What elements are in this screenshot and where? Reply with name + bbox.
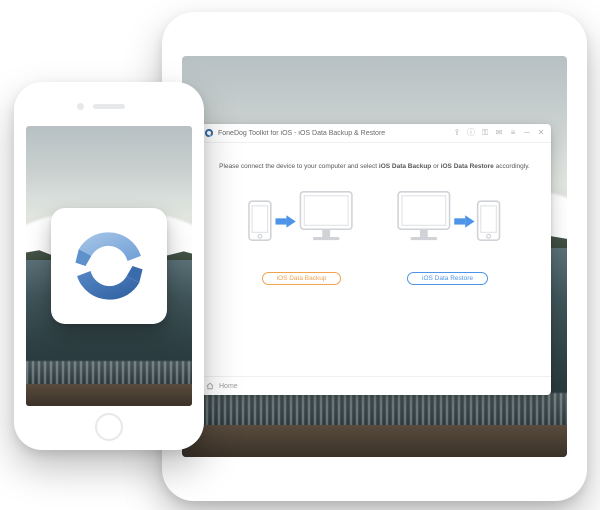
footer-home-label[interactable]: Home: [219, 383, 238, 390]
menu-icon[interactable]: ≡: [509, 129, 517, 137]
instruction-mid: or: [431, 163, 440, 170]
app-logo-icon: [204, 128, 214, 138]
key-icon[interactable]: ⚿: [481, 129, 489, 137]
backup-illustration-icon: [247, 184, 357, 262]
share-icon[interactable]: ⇪: [453, 129, 461, 137]
tablet-screen: FoneDog Toolkit for iOS - iOS Data Backu…: [182, 56, 567, 457]
option-restore[interactable]: iOS Data Restore: [393, 184, 503, 285]
phone-speaker: [93, 104, 125, 109]
instruction-prefix: Please connect the device to your comput…: [219, 163, 379, 170]
instruction-strong-2: iOS Data Restore: [441, 163, 494, 170]
window-title: FoneDog Toolkit for iOS - iOS Data Backu…: [218, 130, 453, 137]
restore-button[interactable]: iOS Data Restore: [407, 272, 488, 285]
phone-frame: [14, 82, 204, 450]
phone-camera: [77, 103, 84, 110]
sync-logo-icon: [67, 224, 151, 308]
titlebar: FoneDog Toolkit for iOS - iOS Data Backu…: [198, 124, 551, 143]
option-row: iOS Data Backup: [247, 184, 503, 285]
close-icon[interactable]: ✕: [537, 129, 545, 137]
feedback-icon[interactable]: ✉: [495, 129, 503, 137]
backup-button[interactable]: iOS Data Backup: [262, 272, 342, 285]
restore-illustration-icon: [393, 184, 503, 262]
option-backup[interactable]: iOS Data Backup: [247, 184, 357, 285]
instruction-text: Please connect the device to your comput…: [219, 163, 530, 170]
phone-screen: [26, 126, 192, 406]
home-icon[interactable]: [206, 382, 214, 390]
phone-home-button[interactable]: [95, 413, 123, 441]
title-icons: ⇪ ⓘ ⚿ ✉ ≡ ─ ✕: [453, 129, 545, 137]
tablet-frame: FoneDog Toolkit for iOS - iOS Data Backu…: [162, 12, 587, 501]
info-icon[interactable]: ⓘ: [467, 129, 475, 137]
minimize-icon[interactable]: ─: [523, 129, 531, 137]
app-window: FoneDog Toolkit for iOS - iOS Data Backu…: [198, 124, 551, 395]
instruction-suffix: accordingly.: [494, 163, 530, 170]
footer: Home: [198, 376, 551, 395]
instruction-strong-1: iOS Data Backup: [379, 163, 431, 170]
app-tile[interactable]: [51, 208, 167, 324]
app-body: Please connect the device to your comput…: [198, 143, 551, 376]
